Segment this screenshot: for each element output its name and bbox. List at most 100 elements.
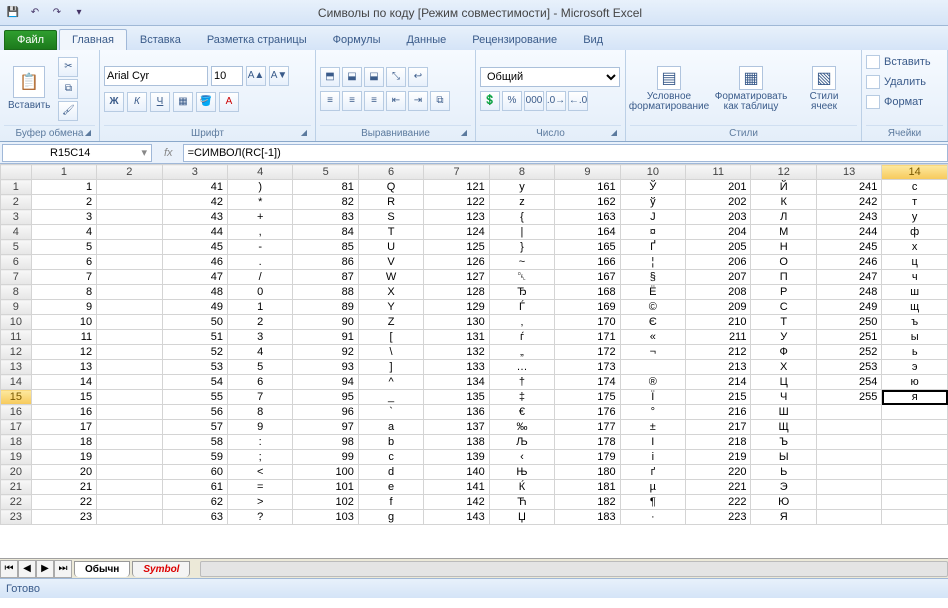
font-color-icon[interactable]: A	[219, 92, 239, 112]
cell[interactable]: 216	[686, 405, 751, 420]
cell[interactable]: 242	[816, 195, 881, 210]
cell[interactable]: Х	[751, 360, 816, 375]
cell[interactable]: ­	[620, 360, 685, 375]
cell[interactable]: :	[227, 435, 292, 450]
column-header[interactable]: 10	[620, 165, 685, 180]
cell[interactable]: 220	[686, 465, 751, 480]
cell[interactable]: 16	[31, 405, 96, 420]
cell[interactable]: 252	[816, 345, 881, 360]
cell[interactable]: ^	[358, 375, 423, 390]
cell[interactable]: 4	[227, 345, 292, 360]
cell[interactable]: ¬	[620, 345, 685, 360]
cell[interactable]: 97	[293, 420, 358, 435]
cell[interactable]: ‡	[489, 390, 554, 405]
cell[interactable]: e	[358, 480, 423, 495]
cell[interactable]: a	[358, 420, 423, 435]
cell[interactable]: К	[751, 195, 816, 210]
column-header[interactable]: 14	[882, 165, 948, 180]
cell-styles-button[interactable]: ▧ Стили ячеек	[794, 64, 854, 114]
cell[interactable]: 61	[162, 480, 227, 495]
cell[interactable]: 18	[31, 435, 96, 450]
cell[interactable]: 125	[424, 240, 489, 255]
cell[interactable]: 22	[31, 495, 96, 510]
cell[interactable]: 167	[555, 270, 620, 285]
cell[interactable]: ®	[620, 375, 685, 390]
percent-icon[interactable]: %	[502, 91, 522, 111]
align-center-icon[interactable]: ≡	[342, 91, 362, 111]
cell[interactable]: 53	[162, 360, 227, 375]
cell[interactable]: 124	[424, 225, 489, 240]
decrease-decimal-icon[interactable]: ←.0	[568, 91, 588, 111]
cell[interactable]: 83	[293, 210, 358, 225]
cell[interactable]	[97, 300, 162, 315]
cell[interactable]: }	[489, 240, 554, 255]
cell[interactable]: 2	[227, 315, 292, 330]
cell[interactable]: ц	[882, 255, 948, 270]
cell[interactable]: /	[227, 270, 292, 285]
cell[interactable]: 95	[293, 390, 358, 405]
cell[interactable]: 137	[424, 420, 489, 435]
delete-cells-button[interactable]: Удалить	[866, 72, 926, 92]
cell[interactable]: 181	[555, 480, 620, 495]
cell[interactable]: 250	[816, 315, 881, 330]
cell[interactable]: 205	[686, 240, 751, 255]
cell[interactable]: 212	[686, 345, 751, 360]
cell[interactable]: >	[227, 495, 292, 510]
row-header[interactable]: 8	[1, 285, 32, 300]
cell[interactable]: 165	[555, 240, 620, 255]
cell[interactable]	[97, 195, 162, 210]
row-header[interactable]: 23	[1, 510, 32, 525]
cell[interactable]: 103	[293, 510, 358, 525]
cell[interactable]: 127	[424, 270, 489, 285]
cell[interactable]: 136	[424, 405, 489, 420]
cell[interactable]: 180	[555, 465, 620, 480]
cell[interactable]: Ў	[620, 180, 685, 195]
cell[interactable]: 86	[293, 255, 358, 270]
tab-home[interactable]: Главная	[59, 29, 127, 50]
cell[interactable]: 245	[816, 240, 881, 255]
cell[interactable]: 206	[686, 255, 751, 270]
align-left-icon[interactable]: ≡	[320, 91, 340, 111]
cell[interactable]: Ц	[751, 375, 816, 390]
cell[interactable]: 93	[293, 360, 358, 375]
cell[interactable]: 88	[293, 285, 358, 300]
cell[interactable]: ґ	[620, 465, 685, 480]
cell[interactable]: ¤	[620, 225, 685, 240]
cell[interactable]: 46	[162, 255, 227, 270]
cell[interactable]: ±	[620, 420, 685, 435]
cell[interactable]: 101	[293, 480, 358, 495]
cell[interactable]: 54	[162, 375, 227, 390]
borders-icon[interactable]: ▦	[173, 92, 193, 112]
column-header[interactable]: 1	[31, 165, 96, 180]
cell[interactable]: 173	[555, 360, 620, 375]
cell[interactable]	[97, 495, 162, 510]
tab-formulas[interactable]: Формулы	[320, 29, 394, 50]
cell[interactable]: 42	[162, 195, 227, 210]
cell[interactable]: У	[751, 330, 816, 345]
cell[interactable]: 1	[31, 180, 96, 195]
cell[interactable]	[97, 435, 162, 450]
cell[interactable]: 85	[293, 240, 358, 255]
cell[interactable]: «	[620, 330, 685, 345]
cell[interactable]: X	[358, 285, 423, 300]
cell[interactable]: \	[358, 345, 423, 360]
row-header[interactable]: 15	[1, 390, 32, 405]
cell[interactable]: 84	[293, 225, 358, 240]
column-header[interactable]: 12	[751, 165, 816, 180]
cell[interactable]: 4	[31, 225, 96, 240]
cell[interactable]: Щ	[751, 420, 816, 435]
cell[interactable]: 3	[31, 210, 96, 225]
column-header[interactable]: 4	[227, 165, 292, 180]
cell[interactable]: Ч	[751, 390, 816, 405]
cell[interactable]: 15	[31, 390, 96, 405]
cell[interactable]: 133	[424, 360, 489, 375]
cell[interactable]: Н	[751, 240, 816, 255]
cell[interactable]: 6	[31, 255, 96, 270]
cell[interactable]: 140	[424, 465, 489, 480]
cell[interactable]: 142	[424, 495, 489, 510]
cell[interactable]: 7	[227, 390, 292, 405]
cell[interactable]: С	[751, 300, 816, 315]
cell[interactable]: Э	[751, 480, 816, 495]
cell[interactable]: §	[620, 270, 685, 285]
cell[interactable]: х	[882, 240, 948, 255]
